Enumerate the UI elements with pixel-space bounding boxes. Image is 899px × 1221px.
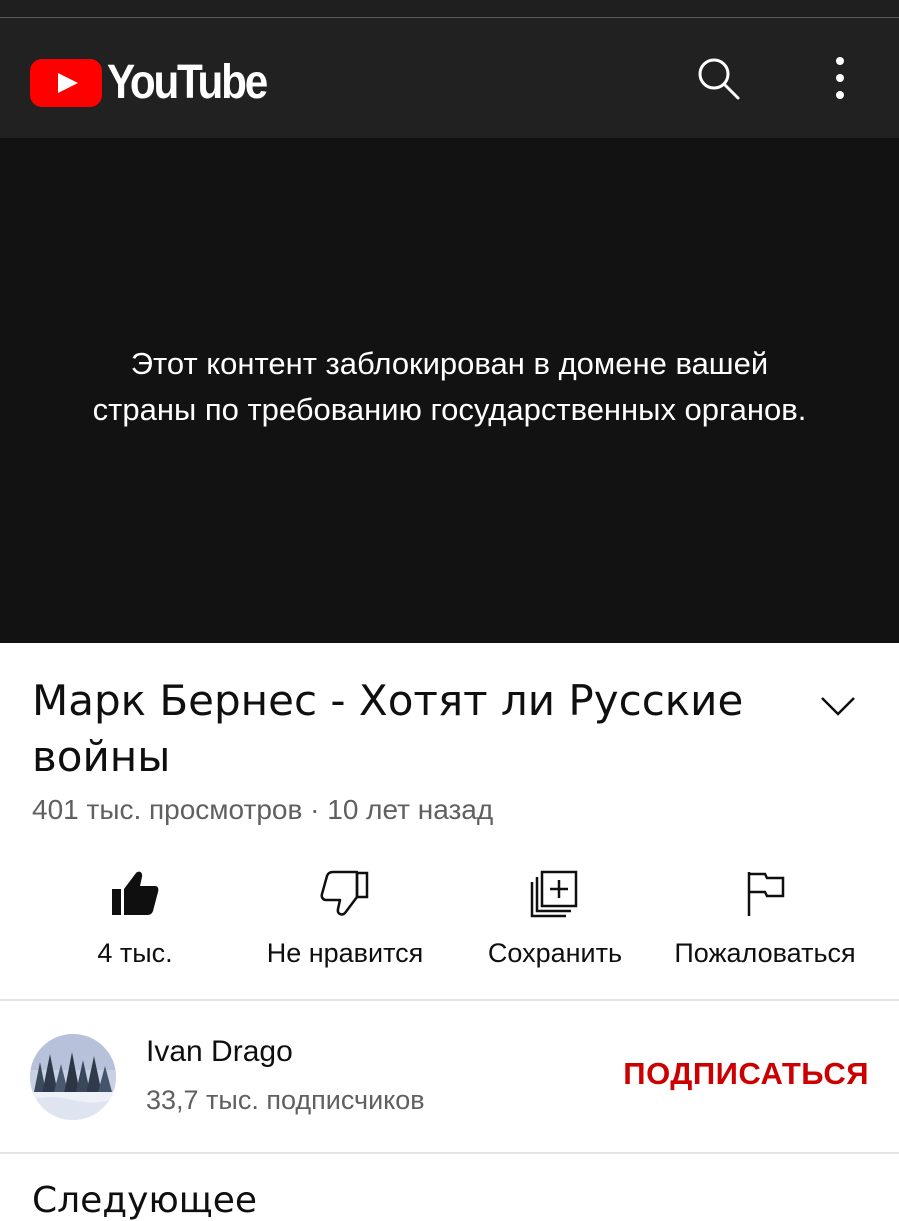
report-label: Пожаловаться <box>674 938 856 968</box>
flag-icon <box>747 872 785 916</box>
status-bar <box>0 0 899 18</box>
more-options-button[interactable] <box>810 48 870 108</box>
video-meta: 401 тыс. просмотров · 10 лет назад <box>32 794 494 825</box>
video-title[interactable]: Марк Бернес - Хотят ли Русские войны <box>32 673 762 785</box>
subscribe-button[interactable]: ПОДПИСАТЬСЯ <box>623 1056 869 1092</box>
divider <box>0 999 899 1001</box>
dislike-button[interactable]: Не нравится <box>235 858 455 969</box>
thumbs-up-filled-icon <box>112 871 159 915</box>
expand-description-button[interactable] <box>816 686 860 726</box>
blocked-message: Этот контент заблокирован в домене вашей… <box>0 341 899 433</box>
logo-text: YouTube <box>107 56 268 109</box>
search-icon <box>698 58 740 100</box>
search-button[interactable] <box>688 48 748 108</box>
up-next-heading: Следующее <box>32 1180 257 1221</box>
youtube-logo[interactable]: YouTube <box>30 55 288 110</box>
video-player[interactable]: Этот контент заблокирован в домене вашей… <box>0 138 899 643</box>
report-button[interactable]: Пожаловаться <box>655 858 875 969</box>
divider <box>0 1152 899 1154</box>
chevron-down-icon <box>821 697 855 716</box>
channel-avatar[interactable] <box>30 1034 116 1120</box>
save-button[interactable]: Сохранить <box>445 858 665 969</box>
save-label: Сохранить <box>487 938 623 968</box>
add-to-playlist-icon <box>530 870 578 918</box>
play-logo-icon <box>30 58 102 107</box>
blocked-message-line-1: Этот контент заблокирован в домене вашей <box>130 346 769 381</box>
thumbs-down-icon <box>320 870 369 916</box>
winter-forest-avatar-image <box>30 1034 116 1120</box>
top-app-bar: YouTube <box>0 18 899 138</box>
dislike-label: Не нравится <box>266 938 424 968</box>
more-vertical-icon <box>836 57 844 99</box>
like-count: 4 тыс. <box>97 938 173 968</box>
channel-row: Ivan Drago 33,7 тыс. подписчиков ПОДПИСА… <box>0 1002 899 1152</box>
blocked-message-line-2: страны по требованию государственных орг… <box>92 392 807 427</box>
subscriber-count: 33,7 тыс. подписчиков <box>146 1085 425 1115</box>
like-button[interactable]: 4 тыс. <box>25 858 245 969</box>
channel-name[interactable]: Ivan Drago <box>146 1035 293 1069</box>
action-bar: 4 тыс. Не нравится Сохранить Пожаловатьс… <box>0 858 899 988</box>
